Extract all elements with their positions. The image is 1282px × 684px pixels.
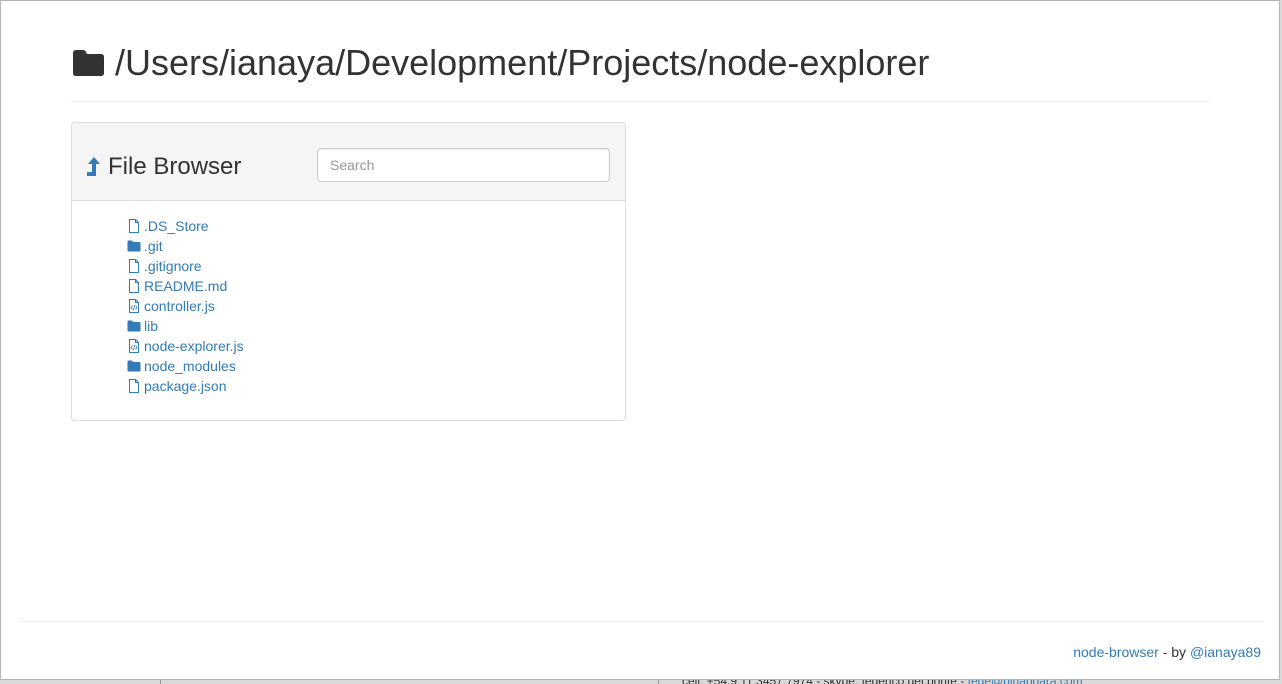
current-path: /Users/ianaya/Development/Projects/node-… [115,42,930,83]
background-window-divider [658,680,659,684]
file-link[interactable]: node-explorer.js [144,336,244,356]
code-file-icon [129,339,139,353]
page-header: /Users/ianaya/Development/Projects/node-… [71,41,1211,102]
file-link[interactable]: .gitignore [144,256,202,276]
panel-title: File Browser [86,153,241,181]
file-browser-panel: File Browser .DS_Store .git .gitignore R… [71,122,626,421]
list-item[interactable]: package.json [127,376,625,396]
panel-title-label: File Browser [108,153,242,180]
folder-icon [127,320,141,332]
file-icon [129,379,139,393]
list-item[interactable]: README.md [127,276,625,296]
file-link[interactable]: .DS_Store [144,216,209,236]
file-list: .DS_Store .git .gitignore README.md cont… [72,201,625,396]
page-title: /Users/ianaya/Development/Projects/node-… [71,41,1211,85]
browser-window: /Users/ianaya/Development/Projects/node-… [0,0,1280,680]
list-item[interactable]: node_modules [127,356,625,376]
footer-credits: node-browser - by @ianaya89 [1073,644,1261,660]
list-item[interactable]: .gitignore [127,256,625,276]
folder-icon [127,240,141,252]
panel-heading: File Browser [72,123,625,201]
footer-separator: - by [1158,644,1190,660]
app-link[interactable]: node-browser [1073,644,1159,660]
file-icon [129,279,139,293]
list-item[interactable]: node-explorer.js [127,336,625,356]
code-file-icon [129,299,139,313]
folder-icon [127,360,141,372]
file-link[interactable]: package.json [144,376,227,396]
file-link[interactable]: README.md [144,276,227,296]
file-link[interactable]: controller.js [144,296,215,316]
list-item[interactable]: lib [127,316,625,336]
file-icon [129,259,139,273]
list-item[interactable]: .DS_Store [127,216,625,236]
folder-link[interactable]: lib [144,316,158,336]
folder-icon [73,50,104,76]
file-icon [129,219,139,233]
folder-link[interactable]: node_modules [144,356,236,376]
folder-link[interactable]: .git [144,236,163,256]
list-item[interactable]: controller.js [127,296,625,316]
author-link[interactable]: @ianaya89 [1190,644,1261,660]
search-input[interactable] [317,148,610,182]
list-item[interactable]: .git [127,236,625,256]
background-window-divider [160,680,161,684]
arrow-up-icon[interactable] [86,157,102,177]
footer: node-browser - by @ianaya89 [20,621,1262,680]
